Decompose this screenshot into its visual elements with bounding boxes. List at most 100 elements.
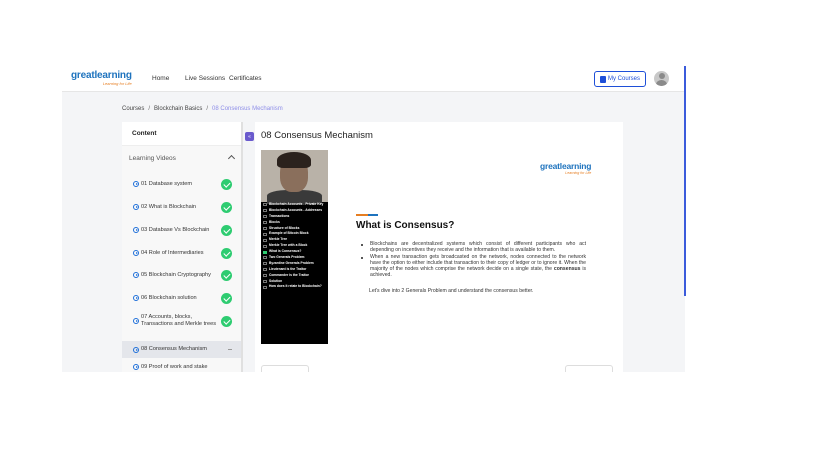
checkbox-icon xyxy=(263,238,267,242)
content-sidebar: Content Learning Videos 01 Database syst… xyxy=(122,122,243,372)
checkbox-icon xyxy=(263,268,267,272)
video-topic: Transactions xyxy=(261,213,328,219)
video-topic: Blockchain Accounts - Private Key xyxy=(261,202,328,207)
video-topic: Commander is the Traitor xyxy=(261,272,328,278)
video-topic-label: Merkle Tree xyxy=(269,237,288,242)
slide-bullet: When a new transaction gets broadcasted … xyxy=(361,254,586,279)
sidebar-item-03[interactable]: 03 Database Vs Blockchain xyxy=(122,221,241,239)
video-player[interactable]: Blockchain Accounts - Private Key Blockc… xyxy=(261,150,328,344)
sidebar-item-08-active[interactable]: 08 Consensus Mechanism xyxy=(122,341,241,358)
slide-logo-tagline: Learning for Life xyxy=(565,171,592,175)
checkbox-icon xyxy=(263,226,267,230)
avatar[interactable] xyxy=(654,71,669,86)
video-topic-current: What is Consensus? xyxy=(261,249,328,254)
sidebar-item-06[interactable]: 06 Blockchain solution xyxy=(122,289,241,307)
slide-logo-text: greatlearning xyxy=(540,161,592,171)
sidebar-item-07[interactable]: 07 Accounts, blocks, Transactions and Me… xyxy=(122,308,241,334)
play-icon xyxy=(133,181,139,187)
video-topic-label: Lieutenant is the Traitor xyxy=(269,266,307,271)
sidebar-item-09[interactable]: 09 Proof of work and stake xyxy=(122,359,241,372)
chevron-up-icon xyxy=(227,154,236,163)
checkbox-icon xyxy=(263,215,267,219)
brand-logo[interactable]: greatlearning Learning for Life xyxy=(71,70,132,87)
slide-heading: What is Consensus? xyxy=(356,220,455,231)
play-icon xyxy=(133,364,139,370)
sidebar-item-02[interactable]: 02 What is Blockchain xyxy=(122,198,241,216)
app-window: greatlearning Learning for Life Home Liv… xyxy=(62,66,685,372)
previous-button[interactable] xyxy=(261,365,309,372)
video-topic-label: Byzantine Generals Problem xyxy=(269,260,314,265)
checkbox-icon xyxy=(263,221,267,225)
checkbox-icon xyxy=(263,250,267,254)
presenter-hair xyxy=(277,152,311,168)
checkbox-icon xyxy=(263,244,267,248)
video-topic-label: Blockchain Accounts - Addresses xyxy=(269,207,323,212)
checkbox-icon xyxy=(263,209,267,213)
slide-bullet: Blockchains are decentralized systems wh… xyxy=(361,241,586,254)
nav-home[interactable]: Home xyxy=(152,75,169,82)
checkbox-icon xyxy=(263,279,267,283)
check-icon xyxy=(221,292,232,304)
sidebar-item-label: 03 Database Vs Blockchain xyxy=(141,226,210,233)
page: greatlearning Learning for Life Home Liv… xyxy=(0,0,819,460)
video-topic: Blockchain Accounts - Addresses xyxy=(261,207,328,213)
video-topic: Blocks xyxy=(261,219,328,225)
slide-bullets: Blockchains are decentralized systems wh… xyxy=(361,241,586,279)
video-topic-label: Two Generals Problem xyxy=(269,255,305,260)
logo-text: greatlearning xyxy=(71,70,132,81)
sidebar-item-05[interactable]: 05 Blockchain Cryptography xyxy=(122,266,241,284)
my-courses-button[interactable]: My Courses xyxy=(594,71,646,87)
sidebar-item-label: 05 Blockchain Cryptography xyxy=(141,271,211,278)
video-topic-label: Structure of Blocks xyxy=(269,225,300,230)
checkbox-icon xyxy=(263,256,267,260)
breadcrumb-course[interactable]: Blockchain Basics xyxy=(154,106,202,112)
video-topic: Merkle Tree with a Block xyxy=(261,243,328,248)
checkbox-icon xyxy=(263,232,267,236)
play-icon xyxy=(133,227,139,233)
play-icon xyxy=(133,346,139,353)
breadcrumb-courses[interactable]: Courses xyxy=(122,106,144,112)
video-topic-label: Blocks xyxy=(269,219,280,224)
breadcrumb-separator: / xyxy=(206,106,209,112)
sidebar-item-label: 01 Database system xyxy=(141,180,192,187)
breadcrumb-current: 08 Consensus Mechanism xyxy=(212,106,283,112)
collapse-sidebar-button[interactable]: « xyxy=(245,132,254,141)
in-progress-indicator xyxy=(228,349,232,350)
video-topic: Example of Bitcoin Block xyxy=(261,232,328,236)
nav-live-sessions[interactable]: Live Sessions xyxy=(185,75,225,82)
video-topic-label: How does it relate to Blockchain? xyxy=(269,284,322,289)
video-topic: Solution xyxy=(261,279,328,284)
check-icon xyxy=(221,201,232,213)
video-topic-label: What is Consensus? xyxy=(269,249,302,254)
heading-accent-rule xyxy=(356,214,378,216)
sidebar-item-01[interactable]: 01 Database system xyxy=(122,175,241,193)
check-icon xyxy=(221,224,232,236)
video-topic: Lieutenant is the Traitor xyxy=(261,266,328,272)
sidebar-item-label: 09 Proof of work and stake xyxy=(141,363,208,370)
nav-certificates[interactable]: Certificates xyxy=(229,75,262,82)
page-scrollbar[interactable] xyxy=(684,66,686,296)
learning-videos-section-toggle[interactable]: Learning Videos xyxy=(122,151,243,168)
play-icon xyxy=(133,318,139,324)
checkbox-icon xyxy=(263,262,267,266)
logo-tagline: Learning for Life xyxy=(102,81,132,86)
slide-note: Let's dive into 2 Generals Problem and u… xyxy=(369,288,534,294)
play-icon xyxy=(133,272,139,278)
next-button[interactable] xyxy=(565,365,613,372)
slide-logo: greatlearning Learning for Life xyxy=(540,161,591,176)
sidebar-heading: Content xyxy=(122,122,241,146)
sidebar-item-label: 07 Accounts, blocks, Transactions and Me… xyxy=(141,314,217,327)
video-topic-label: Merkle Tree with a Block xyxy=(269,243,308,248)
page-title: 08 Consensus Mechanism xyxy=(261,130,373,141)
video-topic: Merkle Tree xyxy=(261,238,328,242)
video-topic-label: Transactions xyxy=(269,213,290,218)
sidebar-item-04[interactable]: 04 Role of Intermediaries xyxy=(122,244,241,262)
bullet-emphasis: consensus xyxy=(553,265,581,272)
sidebar-item-label: 08 Consensus Mechanism xyxy=(141,346,207,352)
play-icon xyxy=(133,250,139,256)
video-topic: How does it relate to Blockchain? xyxy=(261,285,328,289)
checkbox-icon xyxy=(263,274,267,278)
video-topic-label: Commander is the Traitor xyxy=(269,272,309,277)
checkbox-icon xyxy=(263,203,267,207)
play-icon xyxy=(133,204,139,210)
